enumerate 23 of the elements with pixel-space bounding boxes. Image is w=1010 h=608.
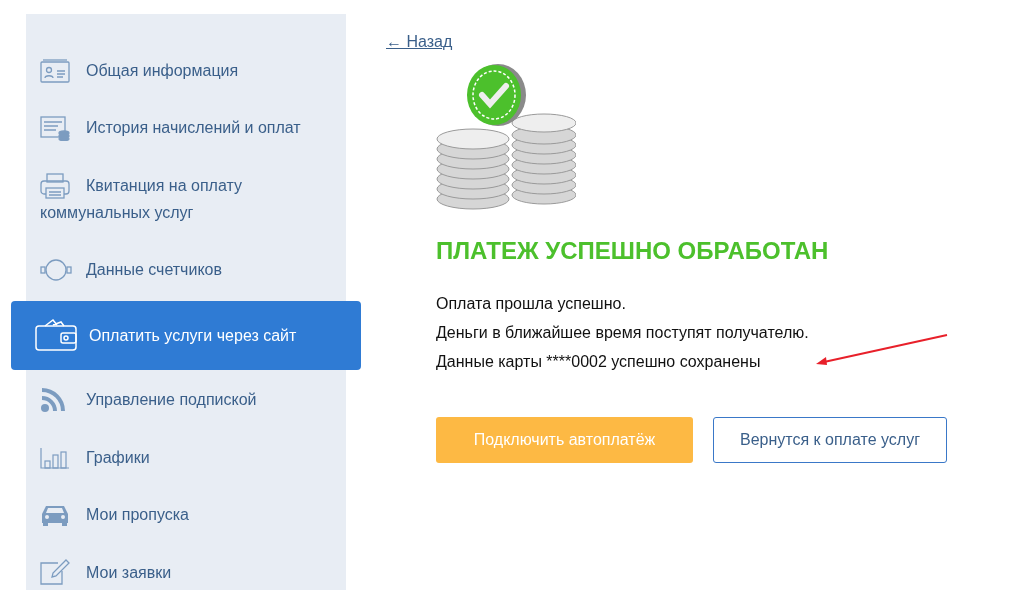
sidebar-item[interactable]: Графики xyxy=(26,442,346,473)
return-button[interactable]: Вернутся к оплате услуг xyxy=(713,417,947,463)
message-text: Оплата прошла успешно. xyxy=(436,294,626,314)
sidebar-item[interactable]: Оплатить услуги через сайт xyxy=(11,301,361,371)
message-text: Данные карты ****0002 успешно сохранены xyxy=(436,352,761,372)
id-card-icon xyxy=(40,58,70,83)
success-heading: ПЛАТЕЖ УСПЕШНО ОБРАБОТАН xyxy=(436,237,830,265)
sidebar-item[interactable]: Общая информация xyxy=(26,55,346,86)
wallet-icon xyxy=(35,319,77,352)
sidebar-item[interactable]: Данные счетчиков xyxy=(26,254,346,285)
sidebar-item[interactable]: Квитанция на оплату коммунальных услуг xyxy=(26,170,346,228)
bar-chart-icon xyxy=(40,446,70,469)
sidebar-item[interactable]: Мои заявки xyxy=(26,556,346,588)
invoice-coins-icon xyxy=(40,115,70,142)
back-link[interactable]: ← Назад xyxy=(386,33,453,50)
sidebar-item[interactable]: Мои пропуска xyxy=(26,499,346,530)
message-text: Деньги в ближайшее время поступят получателю. xyxy=(436,323,809,343)
sidebar-item[interactable]: Управление подпиской xyxy=(26,384,346,416)
gauge-icon xyxy=(40,257,72,282)
car-icon xyxy=(40,503,70,528)
edit-icon xyxy=(40,559,70,586)
sidebar-item[interactable]: История начислений и оплат xyxy=(26,112,346,144)
printer-icon xyxy=(40,172,70,199)
